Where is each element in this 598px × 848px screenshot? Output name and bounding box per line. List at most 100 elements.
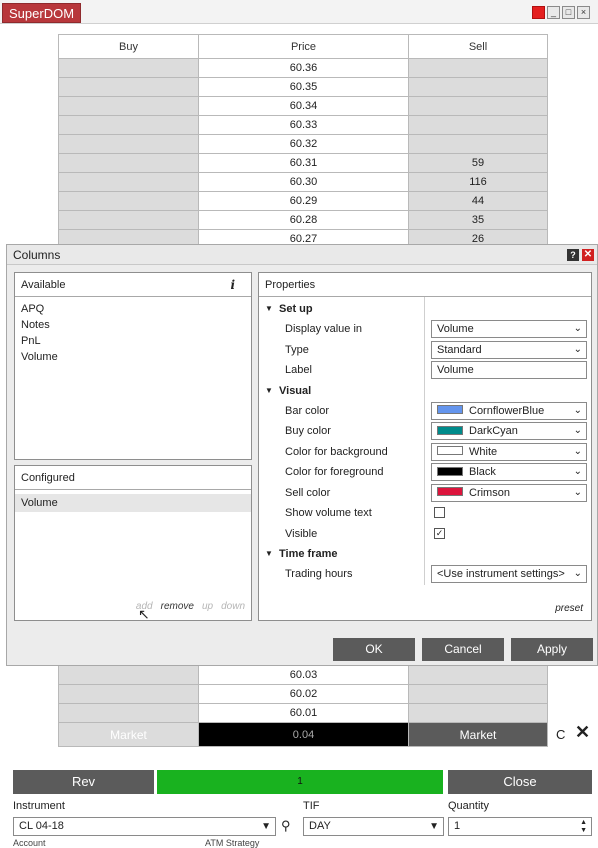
property-grid: ▼ Set up Display value in Volume ⌄ Type … (259, 297, 591, 585)
sell-cell[interactable] (408, 684, 548, 704)
center-button[interactable]: C (556, 727, 565, 742)
bar-color-select[interactable]: CornflowerBlue ⌄ (431, 401, 587, 420)
type-select[interactable]: Standard ⌄ (431, 340, 587, 359)
help-icon[interactable]: ? (567, 249, 579, 261)
foreground-color-select[interactable]: Black ⌄ (431, 463, 587, 481)
color-link-icon[interactable] (532, 6, 545, 19)
info-icon[interactable]: i (230, 273, 235, 297)
minimize-button[interactable]: _ (547, 6, 560, 19)
sell-cell[interactable]: 44 (408, 191, 548, 211)
buy-cell[interactable] (58, 191, 199, 211)
sell-cell[interactable]: 59 (408, 153, 548, 173)
sell-cell[interactable] (408, 134, 548, 154)
buy-cell[interactable] (58, 172, 199, 192)
available-item[interactable]: PnL (15, 333, 251, 349)
price-cell[interactable]: 60.30 (198, 172, 409, 192)
price-cell[interactable]: 60.01 (198, 703, 409, 723)
close-position-button[interactable]: Close (448, 770, 592, 794)
close-icon[interactable]: ✕ (582, 249, 594, 261)
price-cell[interactable]: 60.32 (198, 134, 409, 154)
reverse-button[interactable]: Rev (13, 770, 154, 794)
sell-cell[interactable]: 116 (408, 172, 548, 192)
sell-market-button[interactable]: Market (408, 722, 548, 747)
cancel-button[interactable]: Cancel (422, 638, 504, 661)
price-cell[interactable]: 60.28 (198, 210, 409, 230)
apply-button[interactable]: Apply (511, 638, 593, 661)
position-display: 0.04 (198, 722, 409, 747)
price-column-header[interactable]: Price (198, 34, 409, 59)
available-item[interactable]: Notes (15, 317, 251, 333)
prop-label: Color for background (285, 445, 388, 458)
configured-panel: Configured Volume add remove up down (14, 465, 252, 621)
buy-cell[interactable] (58, 210, 199, 230)
ladder-row: 60.34 (58, 96, 548, 116)
display-value-select[interactable]: Volume ⌄ (431, 320, 587, 338)
sell-cell[interactable] (408, 115, 548, 135)
tif-select[interactable]: DAY ▼ (303, 817, 444, 836)
buy-cell[interactable] (58, 665, 199, 685)
buy-cell[interactable] (58, 96, 199, 116)
configured-actions: add remove up down (136, 601, 245, 612)
ok-button[interactable]: OK (333, 638, 415, 661)
background-color-select[interactable]: White ⌄ (431, 442, 587, 461)
buy-cell[interactable] (58, 703, 199, 723)
window-title[interactable]: SuperDOM (2, 3, 82, 23)
sell-cell[interactable] (408, 96, 548, 116)
buy-cell[interactable] (58, 58, 199, 78)
remove-link[interactable]: remove (161, 601, 194, 612)
price-cell[interactable]: 60.31 (198, 153, 409, 173)
price-cell[interactable]: 60.34 (198, 96, 409, 116)
sell-cell[interactable]: 35 (408, 210, 548, 230)
collapse-triangle-icon[interactable]: ▼ (265, 381, 273, 401)
chevron-down-icon: ⌄ (573, 404, 582, 416)
close-window-button[interactable]: × (577, 6, 590, 19)
price-cell[interactable]: 60.35 (198, 77, 409, 97)
sell-color-select[interactable]: Crimson ⌄ (431, 483, 587, 502)
available-item[interactable]: APQ (15, 301, 251, 317)
buy-color-select[interactable]: DarkCyan ⌄ (431, 422, 587, 440)
buy-cell[interactable] (58, 77, 199, 97)
cancel-all-icon[interactable]: ✕ (575, 722, 590, 743)
down-link[interactable]: down (221, 601, 245, 612)
sell-cell[interactable] (408, 58, 548, 78)
price-cell[interactable]: 60.03 (198, 665, 409, 685)
buy-cell[interactable] (58, 115, 199, 135)
price-cell[interactable]: 60.33 (198, 115, 409, 135)
buy-cell[interactable] (58, 134, 199, 154)
search-icon[interactable]: ⚲ (281, 818, 291, 834)
sell-cell[interactable] (408, 665, 548, 685)
visible-checkbox[interactable]: ✓ (434, 527, 445, 539)
buy-cell[interactable] (58, 684, 199, 704)
stepper-arrows-icon[interactable]: ▲ ▼ (580, 819, 587, 835)
buy-market-button[interactable]: Market (58, 722, 199, 747)
maximize-button[interactable]: □ (562, 6, 575, 19)
sell-cell[interactable] (408, 77, 548, 97)
up-link[interactable]: up (202, 601, 213, 612)
configured-item[interactable]: Volume (15, 494, 251, 512)
instrument-value: CL 04-18 (19, 820, 64, 832)
section-setup[interactable]: ▼ Set up (259, 299, 591, 319)
sell-column-header[interactable]: Sell (408, 34, 548, 59)
collapse-triangle-icon[interactable]: ▼ (265, 299, 273, 319)
buy-cell[interactable] (58, 153, 199, 173)
available-item[interactable]: Volume (15, 349, 251, 365)
price-cell[interactable]: 60.29 (198, 191, 409, 211)
buy-column-header[interactable]: Buy (58, 34, 199, 59)
section-timeframe[interactable]: ▼ Time frame (259, 544, 591, 564)
price-cell[interactable]: 60.02 (198, 684, 409, 704)
sell-cell[interactable] (408, 703, 548, 723)
instrument-label: Instrument (13, 800, 65, 812)
columns-dialog: Columns ? ✕ Available i APQ Notes PnL Vo… (6, 244, 598, 666)
quantity-stepper[interactable]: 1 ▲ ▼ (448, 817, 592, 836)
label-input[interactable]: Volume (431, 361, 587, 379)
show-volume-text-checkbox[interactable] (434, 507, 445, 518)
price-cell[interactable]: 60.36 (198, 58, 409, 78)
price-ladder-top: Buy Price Sell 60.36 60.35 60.34 60.33 6… (58, 34, 548, 249)
instrument-select[interactable]: CL 04-18 ▼ (13, 817, 276, 836)
trading-hours-select[interactable]: <Use instrument settings> ⌄ (431, 565, 587, 583)
prop-label: Show volume text (285, 507, 372, 519)
preset-link[interactable]: preset (555, 603, 583, 614)
prop-value-text: Volume (437, 364, 474, 376)
section-visual[interactable]: ▼ Visual (259, 381, 591, 401)
collapse-triangle-icon[interactable]: ▼ (265, 544, 273, 564)
